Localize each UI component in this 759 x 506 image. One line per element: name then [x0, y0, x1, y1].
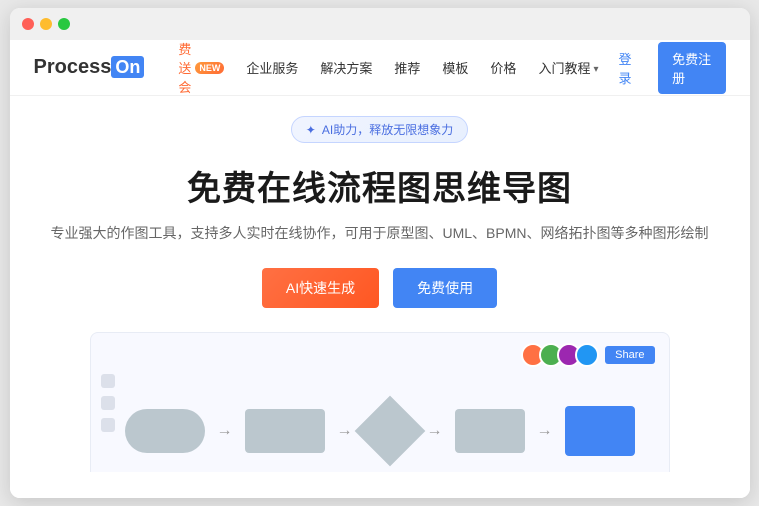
- hero-title: 免费在线流程图思维导图: [187, 161, 572, 210]
- flow-arrow-3: →: [427, 422, 443, 440]
- register-button[interactable]: 免费注册: [658, 42, 725, 94]
- navbar: ProcessOn 免费送会员 NEW 企业服务 解决方案 推荐 模板: [10, 40, 750, 96]
- nav-item-tutorial[interactable]: 入门教程: [528, 52, 608, 83]
- diagram-left-handles: [101, 374, 115, 432]
- handle-3: [101, 418, 115, 432]
- browser-title-bar: [10, 8, 750, 40]
- nav-item-recommend[interactable]: 推荐: [384, 52, 430, 83]
- flow-shape-end: [565, 406, 635, 456]
- diagram-preview: Share → → → →: [90, 332, 670, 472]
- hero-section: ✦ AI助力，释放无限想象力 免费在线流程图思维导图 专业强大的作图工具，支持多…: [10, 96, 750, 498]
- diagram-share-bar: Share: [521, 343, 654, 367]
- handle-2: [101, 396, 115, 410]
- nav-item-solutions[interactable]: 解决方案: [310, 52, 382, 83]
- flow-arrow-4: →: [537, 422, 553, 440]
- ai-badge-icon: ✦: [306, 123, 316, 137]
- minimize-dot[interactable]: [40, 18, 52, 30]
- flow-shape-start: [125, 409, 205, 453]
- nav-item-enterprise[interactable]: 企业服务: [236, 52, 308, 83]
- nav-item-templates[interactable]: 模板: [432, 52, 478, 83]
- nav-item-price[interactable]: 价格: [480, 52, 526, 83]
- browser-content: ProcessOn 免费送会员 NEW 企业服务 解决方案 推荐 模板: [10, 40, 750, 498]
- share-button[interactable]: Share: [605, 346, 654, 364]
- maximize-dot[interactable]: [58, 18, 70, 30]
- flow-shape-diamond: [354, 396, 425, 467]
- flow-arrow-1: →: [217, 422, 233, 440]
- flowchart: → → → →: [125, 406, 635, 456]
- flow-arrow-2: →: [337, 422, 353, 440]
- hero-subtitle: 专业强大的作图工具，支持多人实时在线协作，可用于原型图、UML、BPMN、网络拓…: [50, 222, 708, 244]
- ai-badge: ✦ AI助力，释放无限想象力: [291, 116, 468, 143]
- close-dot[interactable]: [22, 18, 34, 30]
- flow-shape-rect2: [455, 409, 525, 453]
- chevron-down-icon: [593, 60, 598, 75]
- logo-area[interactable]: ProcessOn: [34, 56, 145, 79]
- logo-text: ProcessOn: [34, 56, 145, 79]
- vip-badge: NEW: [195, 62, 224, 74]
- avatar-4: [575, 343, 599, 367]
- flow-shape-diamond-wrapper: [365, 406, 415, 456]
- hero-buttons: AI快速生成 免费使用: [262, 268, 497, 308]
- nav-right: 登录 免费注册: [608, 42, 725, 94]
- logo-on: On: [111, 56, 144, 78]
- ai-generate-button[interactable]: AI快速生成: [262, 268, 379, 308]
- browser-window: ProcessOn 免费送会员 NEW 企业服务 解决方案 推荐 模板: [10, 8, 750, 498]
- avatar-group: [521, 343, 599, 367]
- free-use-button[interactable]: 免费使用: [393, 268, 497, 308]
- ai-badge-text: AI助力，释放无限想象力: [322, 121, 453, 138]
- handle-1: [101, 374, 115, 388]
- login-button[interactable]: 登录: [608, 43, 648, 93]
- flow-shape-rect: [245, 409, 325, 453]
